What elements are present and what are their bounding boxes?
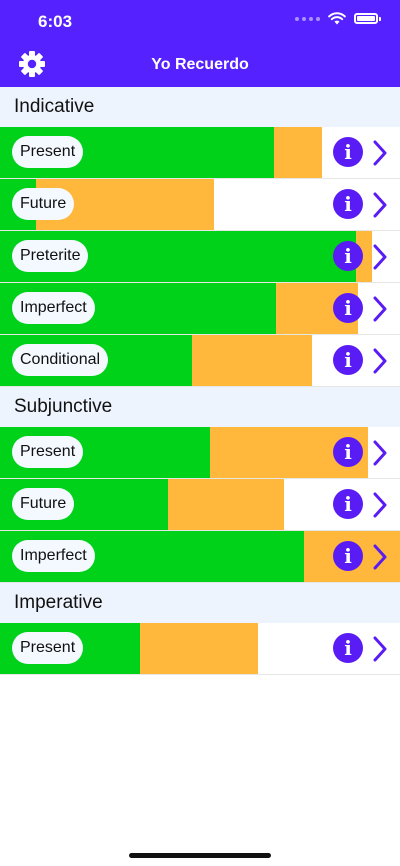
tense-label: Future <box>12 488 75 520</box>
tense-label: Present <box>12 632 84 664</box>
section-header: Imperative <box>0 583 400 623</box>
chevron-right-icon[interactable] <box>370 491 390 519</box>
info-icon[interactable]: i <box>333 541 363 571</box>
status-time: 6:03 <box>38 12 73 31</box>
info-icon[interactable]: i <box>333 293 363 323</box>
chevron-right-icon[interactable] <box>370 139 390 167</box>
tense-list: Indicative Present i Future i Preterite i Imper… <box>0 87 400 675</box>
chevron-right-icon[interactable] <box>370 439 390 467</box>
section-header: Subjunctive <box>0 387 400 427</box>
tense-label: Imperfect <box>12 540 95 572</box>
learning-progress-bar <box>168 479 284 530</box>
info-icon[interactable]: i <box>333 345 363 375</box>
tense-label: Imperfect <box>12 292 95 324</box>
battery-icon <box>354 13 381 24</box>
status-icons <box>295 12 381 25</box>
top-bar: 6:03 Yo Recuerdo <box>0 0 400 87</box>
tense-row[interactable]: Future i <box>0 179 400 231</box>
chevron-right-icon[interactable] <box>370 543 390 571</box>
cellular-signal-icon <box>295 16 320 21</box>
tense-row[interactable]: Present i <box>0 127 400 179</box>
app-title: Yo Recuerdo <box>151 56 249 73</box>
tense-row[interactable]: Imperfect i <box>0 283 400 335</box>
tense-label: Future <box>12 188 75 220</box>
tense-row[interactable]: Imperfect i <box>0 531 400 583</box>
tense-row[interactable]: Conditional i <box>0 335 400 387</box>
info-icon[interactable]: i <box>333 437 363 467</box>
info-icon[interactable]: i <box>333 137 363 167</box>
learning-progress-bar <box>274 127 322 178</box>
tense-label: Preterite <box>12 240 89 272</box>
chevron-right-icon[interactable] <box>370 347 390 375</box>
section-header: Indicative <box>0 87 400 127</box>
chevron-right-icon[interactable] <box>370 191 390 219</box>
learning-progress-bar <box>140 623 258 674</box>
tense-row[interactable]: Present i <box>0 427 400 479</box>
info-icon[interactable]: i <box>333 241 363 271</box>
tense-label: Conditional <box>12 344 109 376</box>
learning-progress-bar <box>192 335 312 386</box>
tense-row[interactable]: Preterite i <box>0 231 400 283</box>
tense-label: Present <box>12 436 84 468</box>
tense-label: Present <box>12 136 84 168</box>
wifi-icon <box>328 12 346 25</box>
tense-row[interactable]: Present i <box>0 623 400 675</box>
info-icon[interactable]: i <box>333 489 363 519</box>
chevron-right-icon[interactable] <box>370 635 390 663</box>
info-icon[interactable]: i <box>333 189 363 219</box>
chevron-right-icon[interactable] <box>370 243 390 271</box>
info-icon[interactable]: i <box>333 633 363 663</box>
chevron-right-icon[interactable] <box>370 295 390 323</box>
tense-row[interactable]: Future i <box>0 479 400 531</box>
home-indicator[interactable] <box>129 853 271 858</box>
